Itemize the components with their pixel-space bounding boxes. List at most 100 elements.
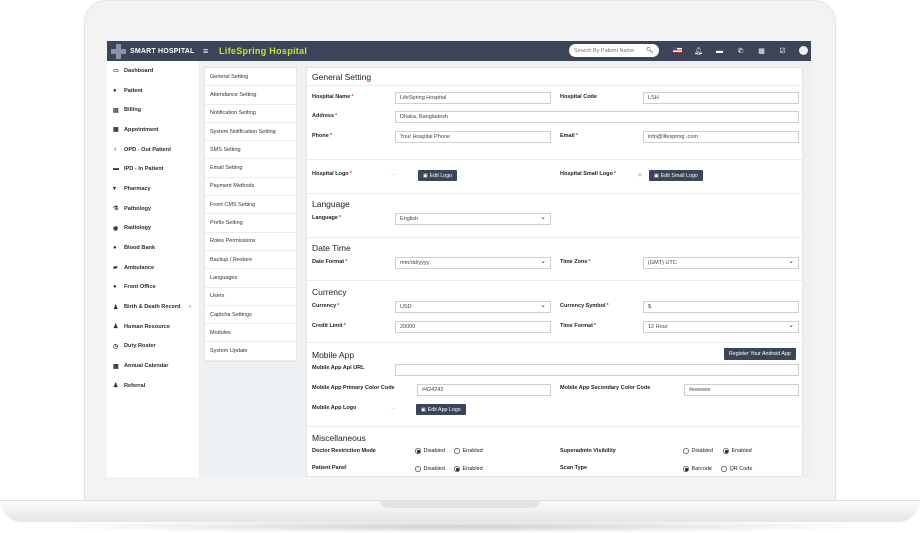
settings-item-general[interactable]: General Setting bbox=[205, 68, 296, 87]
edit-small-logo-button[interactable]: ▣ Edit Small Logo bbox=[649, 170, 703, 181]
bell-icon[interactable]: 🔔︎ bbox=[688, 47, 709, 55]
users-icon: ♟ bbox=[113, 324, 119, 331]
settings-item-roles[interactable]: Roles Permissions bbox=[205, 233, 296, 251]
register-android-app-button[interactable]: Register Your Android App bbox=[724, 348, 796, 360]
divider bbox=[307, 159, 804, 160]
sidebar-item-referral[interactable]: ♟ Referral bbox=[107, 376, 199, 396]
settings-menu: General Setting Attendance Setting Notif… bbox=[204, 67, 297, 362]
sidebar-item-opd[interactable]: ♁ OPD - Out Patient bbox=[107, 140, 199, 160]
mobile-app-logo-label: Mobile App Logo bbox=[312, 405, 357, 411]
divider bbox=[307, 342, 804, 343]
small-logo-placeholder-icon: ◆ bbox=[638, 172, 642, 178]
settings-item-front-cms[interactable]: Front CMS Setting bbox=[205, 196, 296, 215]
patient-panel-enabled-radio[interactable]: Enabled bbox=[454, 466, 483, 472]
sidebar-item-human-resource[interactable]: ♟ Human Resource bbox=[107, 317, 199, 337]
search-icon[interactable]: 🔍︎ bbox=[646, 47, 654, 54]
sidebar-item-front-office[interactable]: ● Front Office bbox=[107, 278, 199, 298]
hospital-small-logo-label: Hospital Small Logo* bbox=[560, 171, 617, 177]
sidebar-item-duty-roster[interactable]: ◷ Duty Roster bbox=[107, 337, 199, 357]
settings-item-prefix[interactable]: Prefix Setting bbox=[205, 214, 296, 233]
language-label: Language* bbox=[312, 215, 342, 221]
superadmin-disabled-radio[interactable]: Disabled bbox=[683, 448, 713, 454]
secondary-color-field[interactable]: #eeeeee bbox=[684, 384, 799, 396]
search-input[interactable] bbox=[574, 47, 646, 54]
calendar-icon[interactable]: ▦ bbox=[751, 47, 772, 55]
settings-item-modules[interactable]: Modules bbox=[205, 324, 296, 343]
language-title: Language bbox=[312, 199, 350, 209]
sidebar-item-appointment[interactable]: ▦ Appointment bbox=[107, 120, 199, 140]
settings-item-languages[interactable]: Languages bbox=[205, 269, 296, 288]
language-flag-icon[interactable] bbox=[667, 47, 688, 55]
task-icon[interactable]: ☑ bbox=[772, 47, 793, 55]
sidebar-item-birth-death[interactable]: ♟ Birth & Death Record ‹ bbox=[107, 297, 199, 317]
date-format-label: Date Format* bbox=[312, 259, 348, 265]
phone-label: Phone* bbox=[312, 133, 332, 139]
superadmin-enabled-radio[interactable]: Enabled bbox=[723, 448, 752, 454]
sidebar-item-billing[interactable]: ▤ Billing bbox=[107, 100, 199, 120]
settings-item-captcha[interactable]: Captcha Settings bbox=[205, 306, 296, 325]
doctor-restriction-label: Doctor Restriction Mode bbox=[312, 448, 376, 454]
brand-logo[interactable]: SMART HOSPITAL bbox=[107, 41, 197, 61]
hospital-name-field[interactable]: LifeSpring Hospital bbox=[395, 92, 551, 104]
file-icon: ▤ bbox=[113, 107, 119, 114]
patient-panel-disabled-radio[interactable]: Disabled bbox=[415, 466, 445, 472]
currency-symbol-label: Currency Symbol* bbox=[560, 303, 609, 309]
hospital-code-field[interactable]: LSH bbox=[643, 92, 799, 104]
hospital-logo-label: Hospital Logo* bbox=[312, 171, 352, 177]
secondary-color-label: Mobile App Secondary Color Code bbox=[560, 385, 651, 391]
settings-item-email[interactable]: Email Setting bbox=[205, 159, 296, 178]
mobile-api-url-field[interactable] bbox=[395, 364, 799, 376]
language-select[interactable]: English bbox=[395, 213, 551, 225]
time-format-label: Time Format* bbox=[560, 323, 597, 329]
radio-empty-icon bbox=[721, 466, 727, 472]
scan-type-barcode-radio[interactable]: Barcode bbox=[683, 466, 712, 472]
sidebar-item-pathology[interactable]: ⚗ Pathology bbox=[107, 199, 199, 219]
laptop-shadow bbox=[40, 520, 880, 533]
credit-limit-field[interactable]: 20000 bbox=[395, 321, 551, 333]
primary-color-field[interactable]: #424242 bbox=[417, 384, 551, 396]
settings-item-payment[interactable]: Payment Methods bbox=[205, 178, 296, 197]
settings-item-attendance[interactable]: Attendance Setting bbox=[205, 86, 296, 105]
scan-type-qrcode-radio[interactable]: QR Code bbox=[721, 466, 752, 472]
sidebar-item-ambulance[interactable]: ▰ Ambulance bbox=[107, 258, 199, 278]
ambulance-icon: ▰ bbox=[113, 265, 118, 272]
address-field[interactable]: Dhaka, Bangladesh bbox=[395, 111, 799, 123]
sidebar-item-pharmacy[interactable]: ▾ Pharmacy bbox=[107, 179, 199, 199]
stethoscope-icon: ♁ bbox=[113, 146, 118, 153]
sidebar: ▭ Dashboard ● Patient ▤ Billing ▦ Appointmen… bbox=[107, 61, 199, 477]
doctor-restriction-enabled-radio[interactable]: Enabled bbox=[454, 448, 483, 454]
time-format-select[interactable]: 12 Hour bbox=[643, 321, 799, 333]
sidebar-item-dashboard[interactable]: ▭ Dashboard bbox=[107, 61, 199, 81]
sidebar-item-blood-bank[interactable]: ● Blood Bank bbox=[107, 238, 199, 258]
settings-item-sms[interactable]: SMS Setting bbox=[205, 141, 296, 160]
divider bbox=[307, 237, 804, 238]
settings-item-backup[interactable]: Backup / Restore bbox=[205, 251, 296, 270]
doctor-restriction-disabled-radio[interactable]: Disabled bbox=[415, 448, 445, 454]
settings-item-system-notification[interactable]: System Notification Setting bbox=[205, 123, 296, 142]
settings-item-system-update[interactable]: System Update bbox=[205, 342, 296, 361]
sidebar-item-patient[interactable]: ● Patient bbox=[107, 81, 199, 101]
divider bbox=[307, 85, 804, 86]
sidebar-item-radiology[interactable]: ◉ Radiology bbox=[107, 219, 199, 239]
email-field[interactable]: info@lifespring .com bbox=[643, 131, 799, 143]
radiology-icon: ◉ bbox=[113, 225, 119, 232]
edit-app-logo-button[interactable]: ▣ Edit App Logo bbox=[416, 404, 466, 415]
menu-toggle-icon[interactable]: ≡ bbox=[203, 46, 215, 56]
date-format-select[interactable]: mm/dd/yyyy bbox=[395, 257, 551, 269]
whatsapp-icon[interactable]: ✆ bbox=[730, 47, 751, 55]
edit-logo-button[interactable]: ▣ Edit Logo bbox=[418, 170, 458, 181]
avatar[interactable] bbox=[793, 45, 811, 57]
bed-icon[interactable]: ▬ bbox=[709, 48, 730, 55]
clock-icon: ◷ bbox=[113, 343, 119, 350]
sidebar-item-ipd[interactable]: ▬ IPD - In Patient bbox=[107, 159, 199, 179]
currency-select[interactable]: USD bbox=[395, 301, 551, 313]
time-zone-select[interactable]: (GMT) UTC bbox=[643, 257, 799, 269]
phone-field[interactable]: Your Hospital Phone bbox=[395, 131, 551, 143]
sidebar-item-annual-calendar[interactable]: ▦ Annual Calendar bbox=[107, 356, 199, 376]
currency-symbol-field[interactable]: $ bbox=[643, 301, 799, 313]
general-setting-title: General Setting bbox=[312, 72, 372, 82]
settings-item-notification[interactable]: Notification Setting bbox=[205, 105, 296, 123]
patient-panel-label: Patient Panel bbox=[312, 465, 347, 471]
settings-item-users[interactable]: Users bbox=[205, 288, 296, 306]
hospital-title: LifeSpring Hospital bbox=[219, 46, 308, 56]
